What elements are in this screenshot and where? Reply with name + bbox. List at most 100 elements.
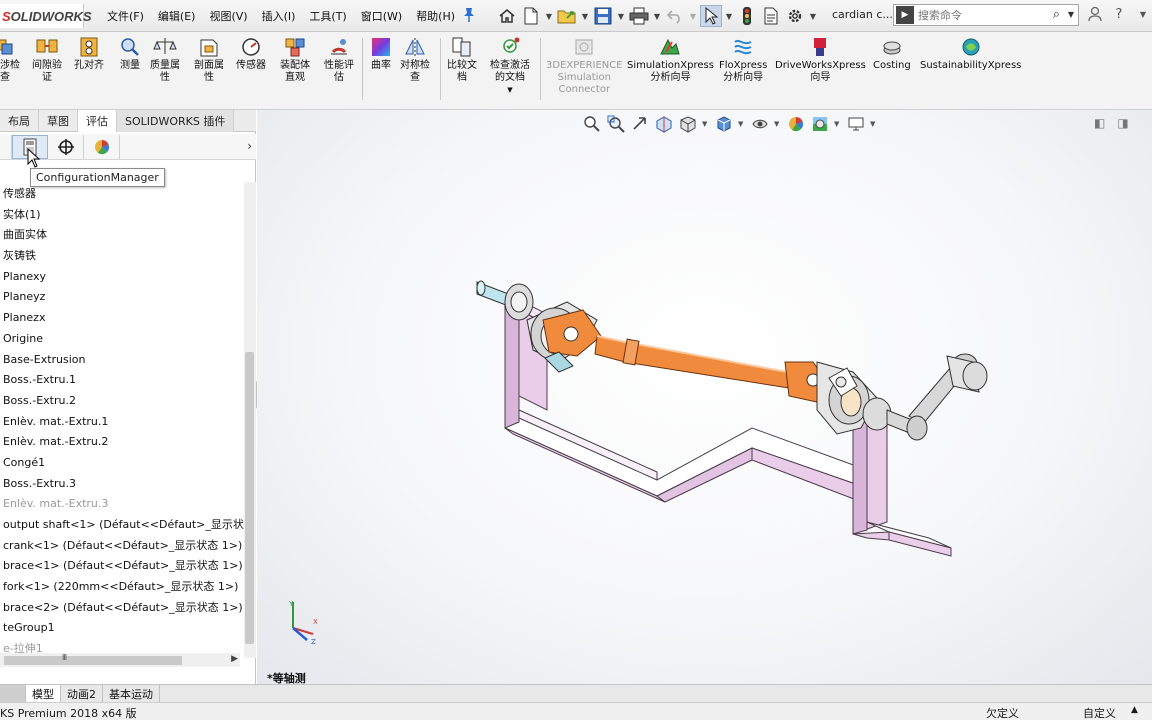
tool-assembly-visualization[interactable]: 装配体 直观 [280, 36, 310, 84]
tree-item[interactable]: Enlèv. mat.-Extru.1 [0, 412, 244, 433]
chevron-down-icon[interactable]: ▼ [1134, 4, 1152, 24]
scrollbar-thumb[interactable] [245, 352, 254, 644]
universal-joint-model[interactable]: Y X Z [257, 110, 1152, 684]
tree-item[interactable]: Boss.-Extru.1 [0, 370, 244, 391]
tree-item[interactable]: Boss.-Extru.3 [0, 474, 244, 495]
tool-simulationxpress[interactable]: SimulationXpress 分析向导 [627, 36, 714, 84]
chevron-down-icon[interactable]: ▼ [652, 5, 662, 27]
tree-item[interactable]: fork<1> (220mm<<Défaut>_显示状态 1>) [0, 577, 244, 598]
scrollbar-thumb[interactable] [4, 656, 182, 665]
chevron-down-icon[interactable]: ▼ [580, 5, 590, 27]
tree-horizontal-scrollbar[interactable]: III ▶ [0, 653, 240, 667]
chevron-right-icon[interactable]: › [247, 139, 252, 153]
view-settings-monitor-icon[interactable] [846, 114, 866, 134]
collapse-panel-icon[interactable]: ◧ [1094, 116, 1105, 130]
tree-item[interactable]: Boss.-Extru.2 [0, 391, 244, 412]
help-icon[interactable]: ? [1110, 4, 1128, 24]
menu-file[interactable]: 文件(F) [100, 6, 151, 26]
command-search[interactable]: ▶ ⌕ ▼ [893, 4, 1079, 26]
menu-view[interactable]: 视图(V) [202, 6, 254, 26]
display-manager-tab[interactable] [84, 134, 120, 159]
chevron-down-icon[interactable]: ▼ [507, 84, 512, 96]
section-view-icon[interactable] [654, 114, 674, 134]
pin-icon[interactable] [462, 7, 478, 23]
tool-check-active-document[interactable]: 检查激活 的文档 ▼ [490, 36, 530, 96]
view-orientation-icon[interactable] [714, 114, 734, 134]
intermediate-shaft[interactable] [594, 335, 790, 389]
tree-item[interactable]: Planexy [0, 267, 244, 288]
tree-item[interactable]: Congé1 [0, 453, 244, 474]
tree-item[interactable]: Enlèv. mat.-Extru.2 [0, 432, 244, 453]
tree-item[interactable]: teGroup1 [0, 618, 244, 639]
chevron-down-icon[interactable]: ▼ [702, 120, 710, 128]
tree-item[interactable]: Planeyz [0, 287, 244, 308]
chevron-down-icon[interactable]: ▼ [808, 5, 818, 27]
menu-insert[interactable]: 插入(I) [255, 6, 303, 26]
user-icon[interactable] [1086, 4, 1104, 24]
tree-item[interactable]: Base-Extrusion [0, 350, 244, 371]
expand-panel-icon[interactable]: ◨ [1117, 116, 1128, 130]
tool-performance-evaluation[interactable]: 性能评 估 [324, 36, 354, 84]
search-input[interactable] [918, 8, 1038, 22]
options-gear-icon[interactable] [784, 5, 806, 27]
chevron-down-icon[interactable]: ▼ [738, 120, 746, 128]
new-document-icon[interactable] [520, 5, 542, 27]
tree-item[interactable]: crank<1> (Défaut<<Défaut>_显示状态 1>) [0, 536, 244, 557]
print-icon[interactable] [628, 5, 650, 27]
tab-solidworks-addins[interactable]: SOLIDWORKS 插件 [117, 110, 235, 132]
chevron-down-icon[interactable]: ▼ [870, 120, 878, 128]
tool-curvature[interactable]: 曲率 [369, 36, 393, 72]
zoom-to-area-icon[interactable] [606, 114, 626, 134]
zoom-to-fit-icon[interactable] [582, 114, 602, 134]
chevron-down-icon[interactable]: ▼ [724, 5, 734, 27]
previous-view-icon[interactable] [630, 114, 650, 134]
search-icon[interactable]: ⌕ [1053, 7, 1060, 22]
units-status[interactable]: 自定义 [1083, 705, 1116, 720]
tool-section-properties[interactable]: 剖面属 性 [194, 36, 224, 84]
tool-compare-documents[interactable]: 比较文 档 [447, 36, 477, 84]
tab-basic-motion[interactable]: 基本运动 [103, 685, 160, 702]
chevron-down-icon[interactable]: ▼ [616, 5, 626, 27]
dynamic-annotation-views-icon[interactable] [678, 114, 698, 134]
tab-scroll-button[interactable] [0, 685, 26, 702]
tree-item[interactable]: output shaft<1> (Défaut<<Défaut>_显示状态 [0, 515, 244, 536]
tree-item[interactable]: 实体(1) [0, 205, 244, 226]
tool-clearance-verification[interactable]: 间隙验 证 [32, 36, 62, 84]
tab-animation2[interactable]: 动画2 [61, 685, 103, 702]
tree-item[interactable]: Origine [0, 329, 244, 350]
chevron-right-icon[interactable]: ▶ [231, 654, 238, 664]
tool-mass-properties[interactable]: 质量属 性 [150, 36, 180, 84]
tool-symmetry-check[interactable]: 对称检 查 [400, 36, 430, 84]
tool-hole-alignment[interactable]: 孔对齐 [74, 36, 104, 72]
tree-item[interactable]: brace<2> (Défaut<<Défaut>_显示状态 1>) [0, 598, 244, 619]
file-properties-icon[interactable] [760, 5, 782, 27]
tree-item[interactable]: 灰铸铁 [0, 246, 244, 267]
tree-item[interactable]: brace<1> (Défaut<<Défaut>_显示状态 1>) [0, 556, 244, 577]
display-style-icon[interactable] [750, 114, 770, 134]
tool-sustainabilityxpress[interactable]: SustainabilityXpress [920, 36, 1021, 72]
tab-sketch[interactable]: 草图 [39, 110, 78, 132]
tool-floxpress[interactable]: FloXpress 分析向导 [719, 36, 767, 84]
output-shaft-and-crank[interactable] [862, 353, 988, 441]
right-yoke[interactable] [784, 361, 878, 435]
save-icon[interactable] [592, 5, 614, 27]
solidworks-logo[interactable]: S OLIDWORKS [0, 4, 92, 28]
tree-item[interactable]: 曲面实体 [0, 225, 244, 246]
tool-interference-check[interactable]: 干涉检 查 [0, 36, 20, 84]
edit-appearance-icon[interactable] [786, 114, 806, 134]
open-folder-icon[interactable] [556, 5, 578, 27]
tool-measure[interactable]: 测量 [118, 36, 142, 72]
chevron-up-icon[interactable]: ▲ [1131, 705, 1138, 715]
select-pointer-icon[interactable] [700, 5, 722, 27]
menu-tools[interactable]: 工具(T) [302, 6, 353, 26]
tool-driveworksxpress[interactable]: DriveWorksXpress 向导 [775, 36, 866, 84]
home-icon[interactable] [496, 5, 518, 27]
chevron-down-icon[interactable]: ▼ [774, 120, 782, 128]
apply-scene-icon[interactable] [810, 114, 830, 134]
graphics-viewport[interactable]: Y X Z [257, 110, 1152, 684]
chevron-down-icon[interactable]: ▼ [834, 120, 842, 128]
tool-costing[interactable]: Costing [873, 36, 911, 72]
tool-sensor[interactable]: 传感器 [236, 36, 266, 72]
tab-model[interactable]: 模型 [26, 685, 61, 702]
tab-layout[interactable]: 布局 [0, 110, 39, 132]
